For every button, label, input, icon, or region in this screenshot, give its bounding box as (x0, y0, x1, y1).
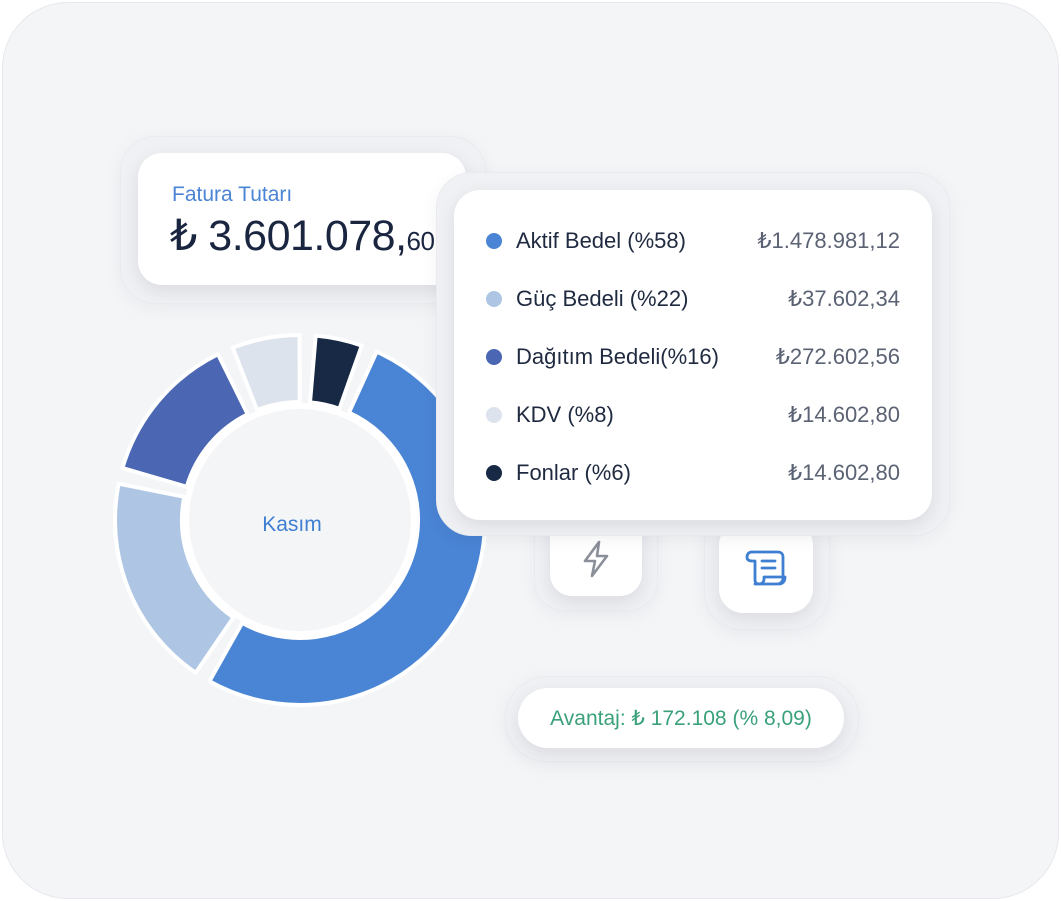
breakdown-row-kdv: KDV (%8) ₺14.602,80 (486, 400, 900, 430)
breakdown-label: Dağıtım Bedeli(%16) (516, 344, 719, 369)
advantage-pill: Avantaj: ₺ 172.108 (% 8,09) (518, 688, 844, 748)
legend-dot (486, 349, 502, 365)
breakdown-label: KDV (%8) (516, 402, 614, 427)
legend-dot (486, 233, 502, 249)
breakdown-row-guc: Güç Bedeli (%22) ₺37.602,34 (486, 284, 900, 314)
breakdown-row-dagitim: Dağıtım Bedeli(%16) ₺272.602,56 (486, 342, 900, 372)
donut-center-label: Kasım (262, 513, 322, 536)
advantage-text: Avantaj: ₺ 172.108 (% 8,09) (550, 706, 812, 730)
breakdown-label: Güç Bedeli (%22) (516, 286, 689, 311)
breakdown-row-fonlar: Fonlar (%6) ₺14.602,80 (486, 458, 900, 488)
legend-dot (486, 407, 502, 423)
breakdown-value: ₺1.478.981,12 (757, 228, 900, 253)
breakdown-row-aktif: Aktif Bedel (%58) ₺1.478.981,12 (486, 226, 900, 256)
breakdown-value: ₺272.602,56 (775, 344, 900, 369)
legend-dot (486, 465, 502, 481)
legend-dot (486, 291, 502, 307)
invoice-total-main: ₺ 3.601.078, (170, 212, 407, 260)
invoice-scroll-icon (745, 550, 787, 586)
donut-segment-kdv (230, 333, 302, 413)
breakdown-label: Aktif Bedel (%58) (516, 228, 686, 253)
lightning-icon (583, 540, 609, 578)
breakdown-value: ₺14.602,80 (788, 402, 900, 427)
invoice-total-cents: 60 (406, 226, 435, 256)
breakdown-label: Fonlar (%6) (516, 460, 631, 485)
breakdown-value: ₺37.602,34 (788, 286, 900, 311)
breakdown-value: ₺14.602,80 (788, 460, 900, 485)
breakdown-card: Aktif Bedel (%58) ₺1.478.981,12 Güç Bede… (454, 190, 932, 520)
invoice-total-amount: ₺ 3.601.078,60 (170, 211, 435, 261)
invoice-total-label: Fatura Tutarı (172, 183, 293, 206)
invoice-total-card: Fatura Tutarı ₺ 3.601.078,60 (138, 153, 466, 285)
